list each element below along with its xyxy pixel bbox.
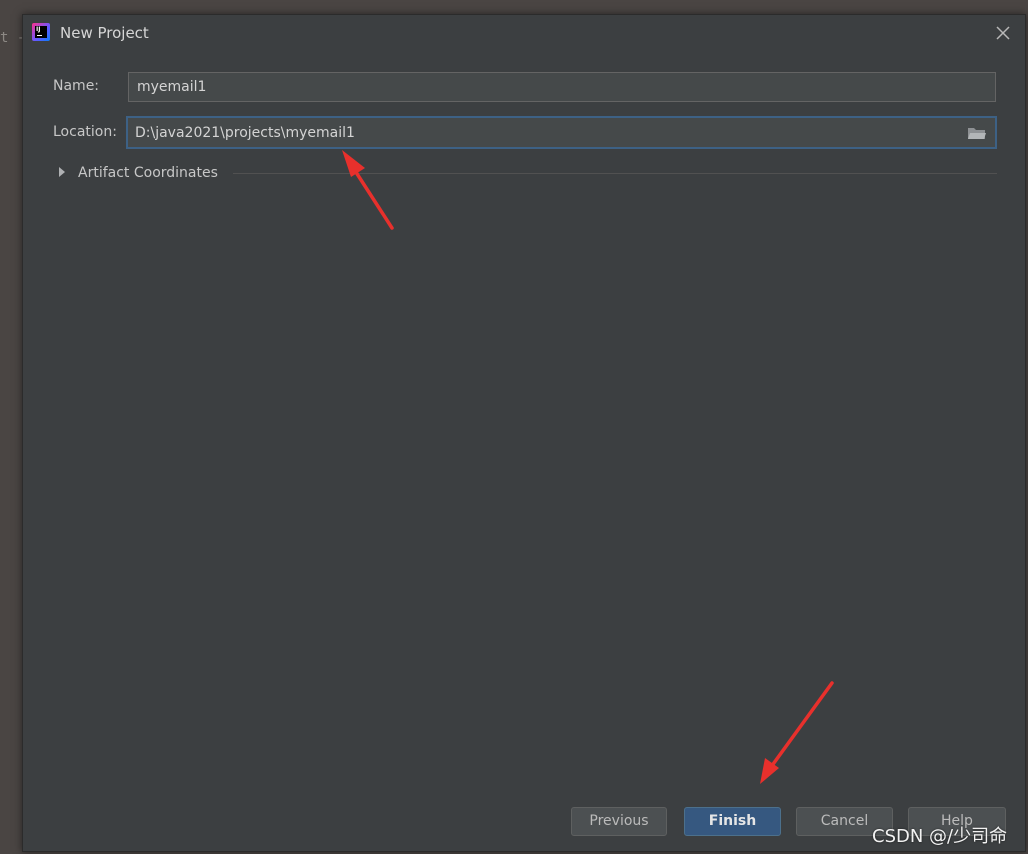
expand-triangle-icon bbox=[59, 167, 65, 177]
close-icon bbox=[996, 26, 1010, 40]
location-input[interactable] bbox=[126, 116, 997, 149]
browse-folder-button[interactable] bbox=[967, 125, 987, 141]
location-label: Location: bbox=[53, 124, 117, 140]
artifact-coordinates-label: Artifact Coordinates bbox=[78, 165, 218, 181]
section-divider bbox=[233, 173, 997, 174]
name-label: Name: bbox=[53, 78, 100, 94]
watermark: CSDN @/少司命 bbox=[872, 826, 1008, 847]
app-icon-text: IJ bbox=[35, 26, 47, 38]
finish-button[interactable]: Finish bbox=[684, 807, 781, 836]
folder-icon bbox=[968, 128, 986, 139]
intellij-idea-icon: IJ bbox=[32, 23, 50, 41]
new-project-dialog: IJ New Project Name: Location: Artifact … bbox=[22, 14, 1026, 852]
previous-button[interactable]: Previous bbox=[571, 807, 667, 836]
dialog-titlebar: IJ New Project bbox=[23, 15, 1025, 51]
close-button[interactable] bbox=[993, 23, 1013, 43]
artifact-coordinates-toggle[interactable]: Artifact Coordinates bbox=[53, 163, 997, 183]
dialog-title: New Project bbox=[60, 24, 149, 42]
name-input[interactable] bbox=[128, 72, 996, 102]
